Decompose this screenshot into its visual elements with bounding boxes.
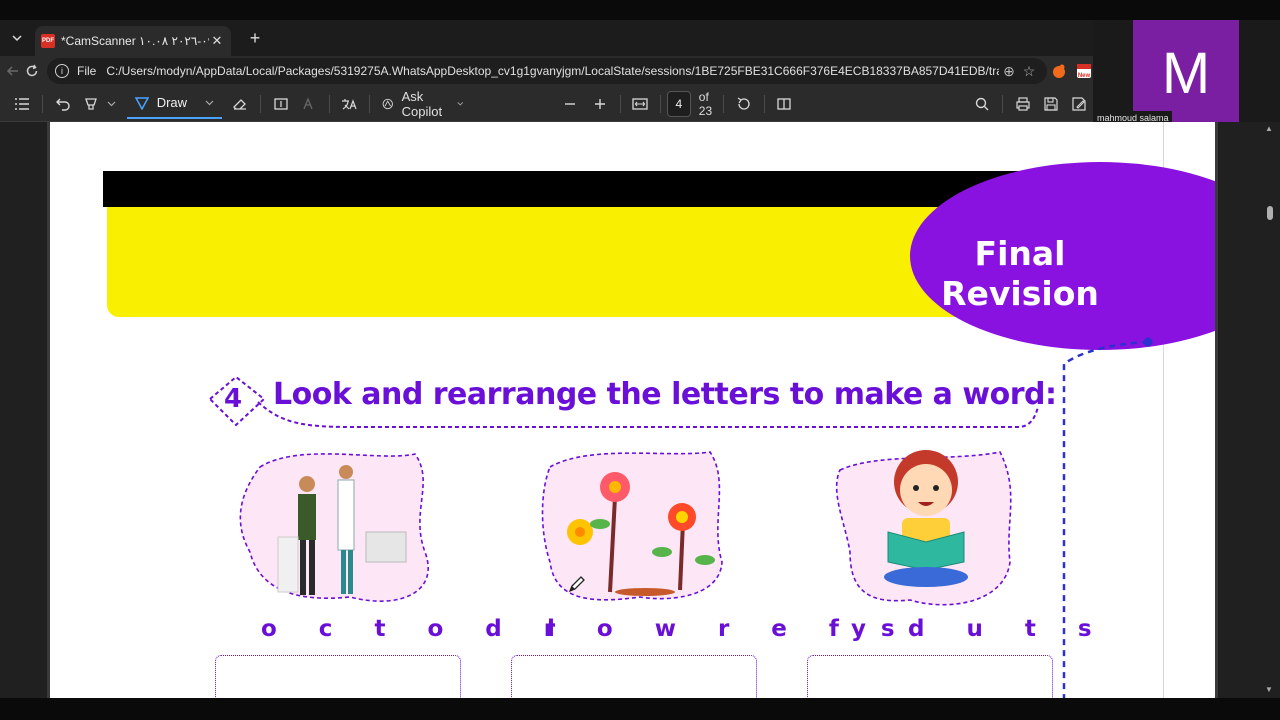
chevron-down-icon [457,102,464,106]
page-number-input[interactable]: 4 [666,90,691,117]
scrambled-word-3: y d u t s [851,616,1109,642]
minus-icon [564,102,575,105]
fit-width-icon [632,97,648,110]
toolbar-divider [260,94,261,113]
pdf-toolbar: Draw Ask Copilot 4 of 23 [0,86,1093,122]
top-strip [0,0,1280,20]
toolbar-divider [660,94,661,113]
tab-close-button[interactable]: ✕ [209,33,225,49]
plus-icon [594,98,605,109]
zoom-icon[interactable]: ⊕ [999,63,1019,80]
refresh-icon [26,64,37,77]
pdf-page: Final Revision 4 Look and rearrange the … [47,122,1218,698]
search-icon [976,97,989,110]
pen-cursor-icon [568,576,585,593]
copilot-icon [382,98,394,109]
toolbar-divider [369,94,371,113]
text-box-button[interactable] [267,90,295,118]
search-button[interactable] [968,90,996,118]
tab-active[interactable]: PDF *CamScanner ٠٤-٠٩-٢٠٢٦ ١٠.٠٨ ✕ [35,26,231,56]
toolbar-divider [42,94,43,113]
address-field[interactable]: i File C:/Users/modyn/AppData/Local/Pack… [47,58,1047,84]
erase-button[interactable] [226,90,254,118]
ask-copilot-label: Ask Copilot [401,88,443,119]
address-bar-row: i File C:/Users/modyn/AppData/Local/Pack… [0,56,1093,86]
answer-box-3[interactable] [807,655,1053,698]
draw-label: Draw [156,95,188,110]
page-view-icon [777,97,792,110]
back-button[interactable] [4,58,23,84]
scroll-down-arrow-icon[interactable]: ▼ [1265,685,1273,694]
toolbar-divider [1002,94,1004,113]
arrow-left-icon [7,66,19,76]
chevron-down-icon [12,35,22,42]
page-view-button[interactable] [770,90,798,118]
refresh-button[interactable] [23,58,42,84]
scroll-up-arrow-icon[interactable]: ▲ [1265,124,1273,133]
url-text: C:/Users/modyn/AppData/Local/Packages/53… [106,64,999,78]
extension-orange-icon[interactable] [1051,60,1067,82]
rotate-button[interactable] [730,90,758,118]
participant-initial: M [1161,40,1211,106]
eraser-icon [233,98,247,110]
toolbar-divider [619,94,621,113]
zoom-in-button[interactable] [586,90,614,118]
url-scheme: File [77,64,97,78]
save-as-icon [1072,96,1086,111]
list-icon [15,97,29,110]
print-icon [1016,96,1030,111]
info-icon[interactable]: i [55,64,69,78]
ask-copilot-button[interactable]: Ask Copilot [376,89,469,119]
exercise-instruction: Look and rearrange the letters to make a… [273,377,1057,412]
chevron-down-icon [205,100,214,106]
tab-bar: PDF *CamScanner ٠٤-٠٩-٢٠٢٦ ١٠.٠٨ ✕ + [0,20,1093,56]
answer-box-2[interactable] [511,655,757,698]
save-button[interactable] [1037,90,1065,118]
scrollbar-thumb[interactable] [1267,206,1273,220]
save-icon [1044,96,1058,111]
read-aloud-icon [303,96,313,109]
scrambled-word-1: o c t o d r [261,616,573,642]
new-tab-button[interactable]: + [243,28,267,49]
undo-button[interactable] [49,90,77,118]
translate-icon [342,98,357,109]
exercise-number: 4 [224,384,243,414]
translate-button[interactable] [335,90,363,118]
toolbar-divider [722,94,724,113]
chevron-down-icon [107,101,116,107]
fit-width-button[interactable] [626,90,654,118]
print-button[interactable] [1009,90,1037,118]
extension-badge-text: New [1078,73,1091,79]
highlighter-icon [84,97,97,110]
app-window: PDF *CamScanner ٠٤-٠٩-٢٠٢٦ ١٠.٠٨ ✕ + i F… [0,0,1280,720]
toolbar-divider [328,94,330,113]
text-box-icon [274,97,288,110]
tab-actions-menu-button[interactable] [5,26,29,50]
bottom-strip [0,698,1280,720]
extension-new-icon[interactable]: New [1075,60,1093,82]
rotate-icon [737,96,750,110]
answer-box-1[interactable] [215,655,461,698]
page-total: of 23 [698,89,713,118]
draw-pen-icon [134,96,149,110]
read-aloud-button[interactable] [295,90,323,118]
contents-button[interactable] [8,90,36,118]
pdf-viewer[interactable]: Final Revision 4 Look and rearrange the … [0,122,1280,698]
draw-button[interactable]: Draw [126,89,223,119]
toolbar-divider [763,94,765,113]
pdf-icon: PDF [41,34,55,48]
favorite-star-icon[interactable]: ☆ [1019,63,1039,80]
zoom-out-button[interactable] [556,90,584,118]
tab-title: *CamScanner ٠٤-٠٩-٢٠٢٦ ١٠.٠٨ [61,34,209,48]
highlight-button[interactable] [77,90,105,118]
save-as-button[interactable] [1065,90,1093,118]
highlight-dropdown[interactable] [105,90,119,118]
undo-icon [55,98,70,111]
